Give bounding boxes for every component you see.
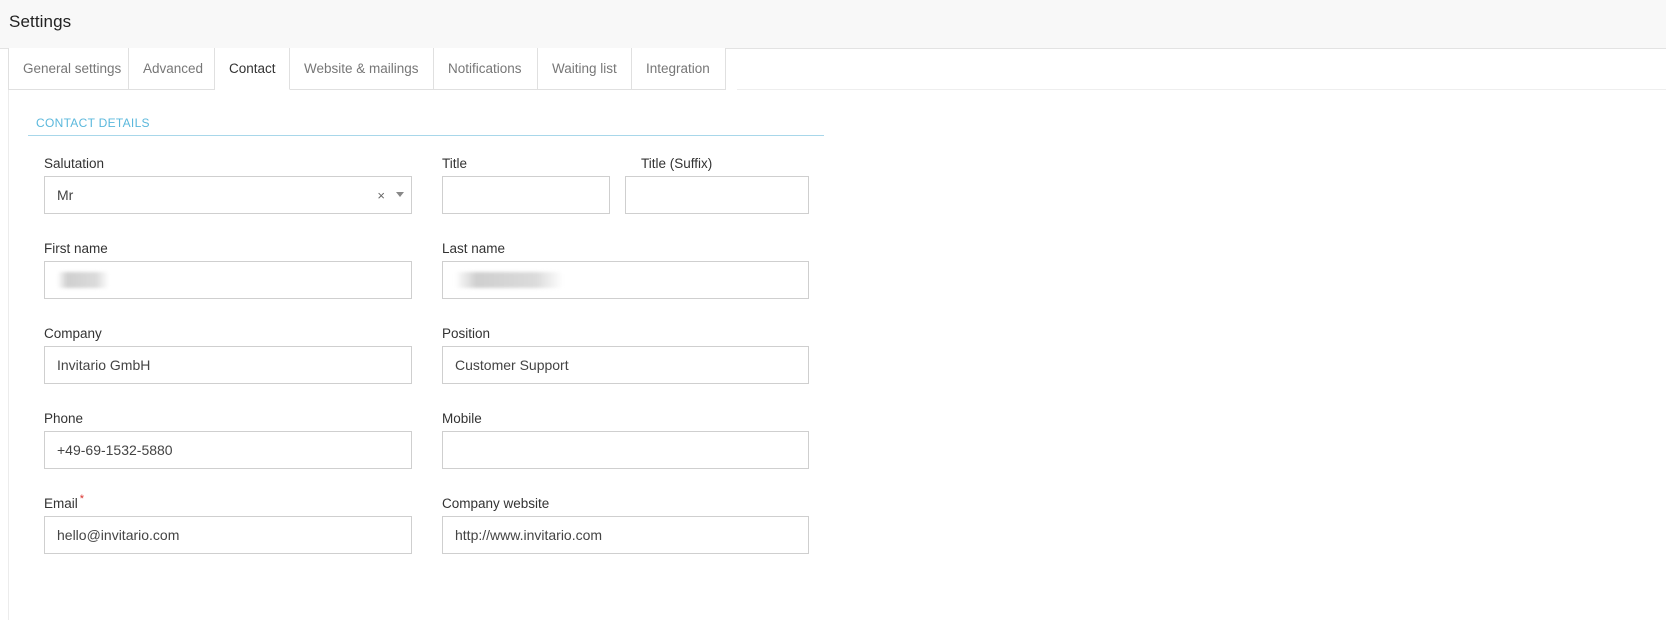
email-field[interactable]: hello@invitario.com — [44, 516, 412, 554]
title-suffix-field[interactable] — [625, 176, 809, 214]
title-suffix-label: Title (Suffix) — [641, 156, 713, 171]
tab-label: Integration — [646, 61, 710, 76]
tab-label: General settings — [23, 61, 122, 76]
position-field[interactable]: Customer Support — [442, 346, 809, 384]
salutation-select[interactable]: Mr × — [44, 176, 412, 214]
redacted-value — [57, 272, 109, 288]
tab-label: Notifications — [448, 61, 522, 76]
tab-strip-divider — [737, 89, 1666, 90]
phone-label: Phone — [44, 411, 84, 426]
mobile-field[interactable] — [442, 431, 809, 469]
email-label: Email * — [44, 493, 85, 511]
panel-left-border — [8, 90, 9, 620]
section-title: CONTACT DETAILS — [36, 116, 150, 130]
tab-website-mailings[interactable]: Website & mailings — [290, 48, 434, 90]
salutation-value: Mr — [57, 187, 74, 203]
company-label: Company — [44, 326, 102, 341]
last-name-field[interactable] — [442, 261, 809, 299]
email-value: hello@invitario.com — [57, 527, 180, 543]
first-name-label: First name — [44, 241, 108, 256]
redacted-value — [455, 272, 563, 288]
page-title: Settings — [9, 12, 72, 31]
title-field[interactable] — [442, 176, 610, 214]
section-divider — [28, 135, 824, 136]
company-website-label: Company website — [442, 496, 550, 511]
position-value: Customer Support — [455, 357, 569, 373]
company-website-value: http://www.invitario.com — [455, 527, 603, 543]
position-label: Position — [442, 326, 491, 341]
last-name-label: Last name — [442, 241, 506, 256]
company-website-field[interactable]: http://www.invitario.com — [442, 516, 809, 554]
phone-value: +49-69-1532-5880 — [57, 442, 173, 458]
tab-notifications[interactable]: Notifications — [434, 48, 538, 90]
tab-general-settings[interactable]: General settings — [9, 48, 129, 90]
required-marker: * — [79, 493, 85, 505]
settings-tabs: General settings Advanced Contact Websit… — [8, 48, 726, 90]
tab-label: Waiting list — [552, 61, 617, 76]
tab-label: Contact — [229, 61, 276, 76]
first-name-field[interactable] — [44, 261, 412, 299]
company-field[interactable]: Invitario GmbH — [44, 346, 412, 384]
salutation-label: Salutation — [44, 156, 105, 171]
tab-waiting-list[interactable]: Waiting list — [538, 48, 632, 90]
tab-label: Advanced — [143, 61, 204, 76]
title-label: Title — [442, 156, 468, 171]
company-value: Invitario GmbH — [57, 357, 151, 373]
mobile-label: Mobile — [442, 411, 482, 426]
phone-field[interactable]: +49-69-1532-5880 — [44, 431, 412, 469]
tab-integration[interactable]: Integration — [632, 48, 726, 90]
email-label-text: Email — [44, 496, 78, 511]
clear-icon[interactable]: × — [377, 188, 385, 203]
tab-contact[interactable]: Contact — [215, 48, 290, 90]
tab-label: Website & mailings — [304, 61, 419, 76]
top-bar: Settings — [0, 0, 1666, 49]
chevron-down-icon[interactable] — [396, 192, 404, 197]
tab-advanced[interactable]: Advanced — [129, 48, 215, 90]
